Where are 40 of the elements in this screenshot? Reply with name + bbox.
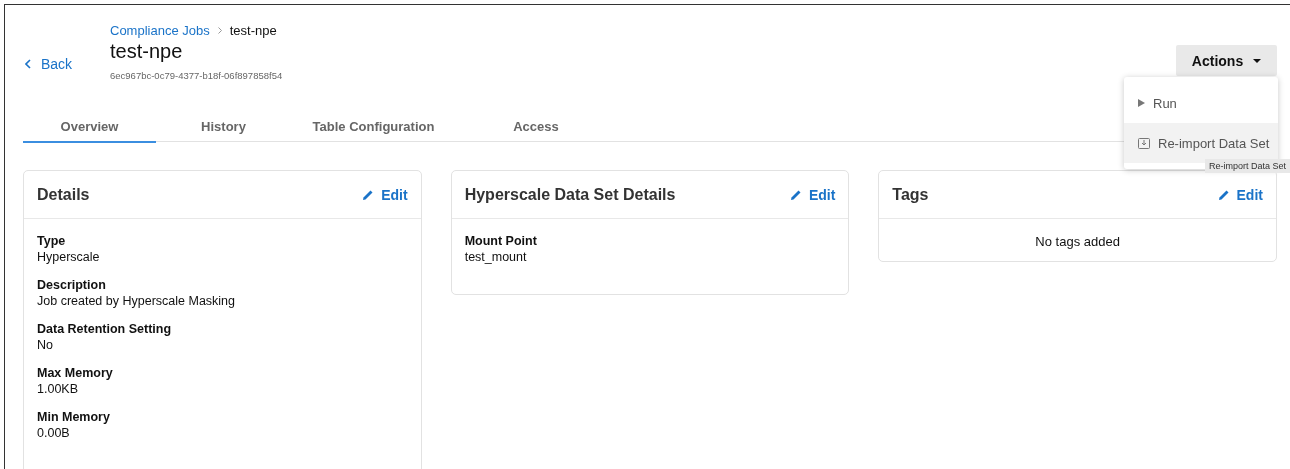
edit-link[interactable]: Edit (1217, 186, 1263, 203)
pencil-icon (789, 188, 802, 201)
breadcrumb-current: test-npe (229, 23, 277, 38)
chevron-left-icon (25, 59, 31, 69)
menu-item[interactable]: Re-import Data Set (1124, 123, 1278, 163)
menu-item[interactable]: Run (1124, 83, 1278, 123)
pencil-icon (1217, 188, 1230, 201)
tab[interactable]: History (156, 119, 291, 143)
field-label: Type (37, 233, 67, 249)
field-label: Max Memory (37, 365, 114, 381)
field-label: Description (37, 277, 107, 293)
empty-message: No tags added (1034, 233, 1121, 251)
back-link[interactable]: Back (23, 56, 110, 72)
chevron-right-icon (217, 27, 222, 34)
field-value: No (37, 337, 54, 353)
edit-link[interactable]: Edit (789, 186, 836, 203)
tab[interactable]: Table Configuration (291, 119, 456, 143)
field-label: Data Retention Setting (37, 321, 173, 337)
import-icon (1138, 137, 1150, 149)
card-title: Tags (892, 185, 929, 204)
pencil-icon (362, 188, 375, 201)
field-value: Hyperscale (37, 249, 101, 265)
page-title: test-npe (110, 40, 184, 63)
field-value: test_mount (464, 249, 528, 265)
card-title: Details (37, 185, 90, 204)
field-value: 1.00KB (37, 381, 79, 397)
field-value: 0.00B (37, 425, 71, 441)
tab[interactable]: Overview (23, 119, 156, 143)
edit-link[interactable]: Edit (362, 186, 408, 203)
caret-icon (1253, 58, 1262, 63)
breadcrumb-link[interactable]: Compliance Jobs (110, 23, 210, 38)
field-label: Min Memory (37, 409, 111, 425)
field-value: Job created by Hyperscale Masking (37, 293, 236, 309)
tab[interactable]: Access (456, 119, 616, 143)
play-icon (1138, 99, 1145, 107)
tooltip: Re-import Data Set (1204, 159, 1290, 173)
actions-button[interactable]: Actions (1176, 45, 1277, 76)
field-label: Mount Point (464, 233, 538, 249)
job-id: 6ec967bc-0c79-4377-b18f-06f897858f54 (110, 70, 284, 81)
card-title: Hyperscale Data Set Details (464, 185, 676, 204)
